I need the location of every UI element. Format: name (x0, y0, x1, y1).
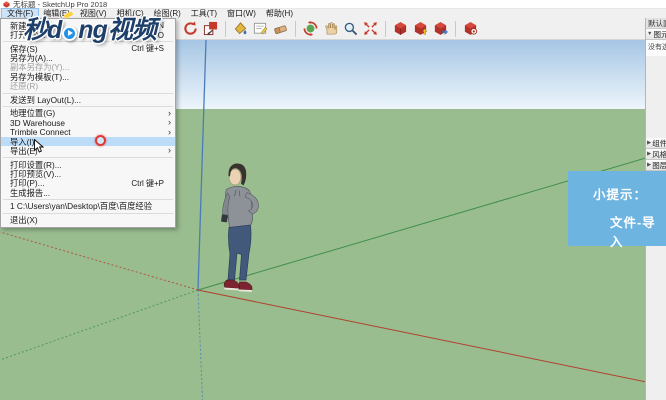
zoom-icon (344, 22, 358, 36)
orbit-icon (303, 21, 318, 36)
expander-arrow-icon: ▶ (647, 151, 652, 157)
menubar-window[interactable]: 窗口(W) (222, 9, 261, 18)
separator (225, 20, 226, 37)
submenu-arrow-icon: › (168, 117, 171, 128)
expander-arrow-icon: ▼ (647, 31, 653, 37)
submenu-arrow-icon: › (168, 145, 171, 156)
separator (385, 20, 386, 37)
redo-icon (184, 21, 197, 35)
title-bar[interactable]: 无标题 - SketchUp Pro 2018 (0, 0, 666, 9)
get-models-button[interactable] (392, 20, 409, 37)
file-menu-item-revert: 还原(R) (10, 81, 39, 92)
extension-warehouse-button[interactable] (462, 20, 479, 37)
extension-warehouse-icon (464, 22, 478, 35)
mouse-cursor-icon (34, 138, 45, 158)
eraser-icon (274, 25, 287, 34)
watermark: 秒d ng 视频 (23, 11, 157, 45)
sketchup-logo-icon (3, 0, 10, 8)
tip-box: 小提示： 文件-导入 (568, 171, 666, 249)
expander-arrow-icon: ▶ (647, 162, 652, 168)
share-component-button[interactable] (432, 20, 449, 37)
watermark-text-1: 秒d (23, 16, 62, 44)
share-model-icon (414, 22, 428, 35)
pan-icon (325, 22, 338, 35)
paint-bucket-button[interactable] (232, 20, 249, 37)
panel-components: ▶ 组件 (646, 138, 666, 149)
menubar-help[interactable]: 帮助(H) (261, 9, 298, 18)
orbit-button[interactable] (302, 20, 319, 37)
section-body: 没有选择任何内容 (646, 40, 666, 56)
separator (295, 20, 296, 37)
zoom-extents-button[interactable] (362, 20, 379, 37)
file-menu-item-generate-report[interactable]: 生成报告... (1, 188, 175, 198)
tray-sections: ▼ 图元信息 没有选择任何内容 ▶ 组件 ▶ 风格 ▶ 图 (646, 29, 666, 171)
get-models-icon (394, 22, 407, 35)
panel-layers: ▶ 图层 (646, 160, 666, 171)
watermark-text-2: ng (78, 16, 108, 44)
panel-styles: ▶ 风格 (646, 149, 666, 160)
window-title: 无标题 - SketchUp Pro 2018 (13, 0, 108, 9)
submenu-arrow-icon: › (168, 126, 171, 137)
click-indicator-ring (95, 135, 106, 146)
separator (455, 20, 456, 37)
zoom-button[interactable] (342, 20, 359, 37)
redo-button[interactable] (182, 20, 199, 37)
tip-text: 文件-导入 (610, 216, 656, 249)
watermark-text-3: 视频 (107, 16, 157, 44)
eraser-button[interactable] (272, 20, 289, 37)
make-component-icon (203, 21, 218, 36)
file-menu-item-send-to-layout[interactable]: 发送到 LayOut(L)... (1, 95, 175, 105)
play-icon (62, 25, 78, 41)
menubar-tools[interactable]: 工具(T) (186, 9, 222, 18)
pan-button[interactable] (322, 20, 339, 37)
paint-bucket-icon (234, 22, 247, 35)
tip-title: 小提示： (593, 188, 648, 202)
file-menu-item-export[interactable]: 导出(E) › (1, 145, 175, 156)
share-model-button[interactable] (412, 20, 429, 37)
zoom-extents-icon (364, 22, 377, 35)
file-menu-item-exit[interactable]: 退出(X) (1, 215, 175, 225)
make-component-button[interactable] (202, 20, 219, 37)
file-menu-item-recent-file-1[interactable]: 1 C:\Users\yan\Desktop\百度\百度经验 (1, 201, 175, 211)
text-label-button[interactable] (252, 20, 269, 37)
file-menu-dropdown: 新建(N) Ctrl 键+N 打开(O)... Ctrl 键+O 保存(S) C… (0, 18, 176, 228)
text-label-icon (253, 22, 268, 35)
file-menu-item-geo-location[interactable]: 地理位置(G) › (1, 108, 175, 118)
default-tray-title: 默认面板 (646, 18, 666, 29)
share-component-icon (434, 22, 448, 35)
expander-arrow-icon: ▶ (647, 140, 652, 146)
panel-entity-info: ▼ 图元信息 没有选择任何内容 (646, 29, 666, 56)
file-menu-item-3d-warehouse[interactable]: 3D Warehouse › (1, 117, 175, 128)
